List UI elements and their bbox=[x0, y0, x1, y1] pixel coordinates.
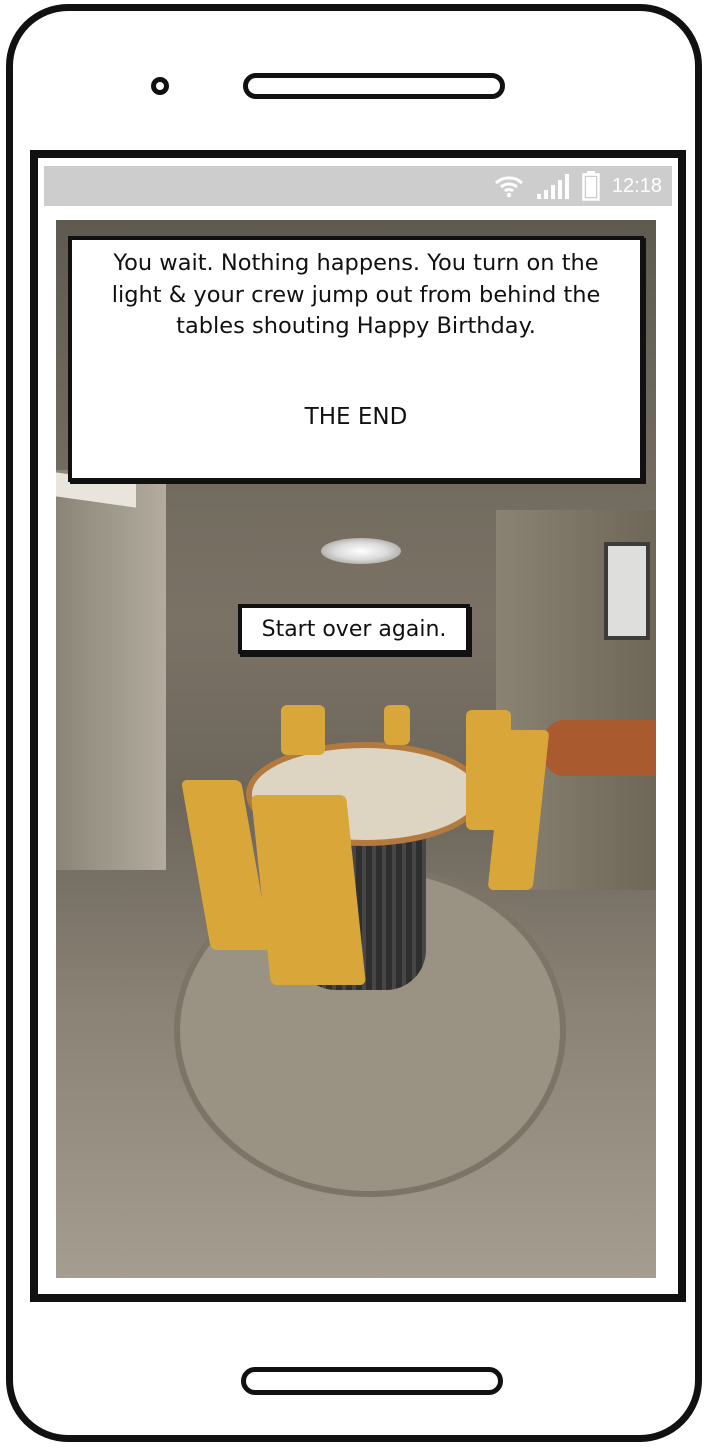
the-end-label: THE END bbox=[304, 404, 408, 430]
status-bar: 12:18 bbox=[44, 166, 672, 206]
earpiece-speaker bbox=[243, 73, 505, 99]
scene-chair bbox=[251, 795, 366, 985]
scene-chair bbox=[281, 705, 325, 755]
scene-ceiling-lamp bbox=[321, 538, 401, 564]
battery-icon bbox=[582, 171, 600, 201]
front-camera bbox=[151, 77, 169, 95]
status-icons: 12:18 bbox=[494, 166, 662, 206]
scene-chair bbox=[384, 705, 410, 745]
start-over-button[interactable]: Start over again. bbox=[238, 604, 470, 654]
home-button[interactable] bbox=[241, 1367, 503, 1395]
story-dialog: You wait. Nothing happens. You turn on t… bbox=[68, 236, 644, 482]
scene-wall-left bbox=[56, 470, 166, 870]
scene-counter bbox=[544, 720, 656, 776]
story-text: You wait. Nothing happens. You turn on t… bbox=[111, 250, 601, 339]
status-time: 12:18 bbox=[611, 174, 662, 197]
scene-wall-screen bbox=[604, 542, 650, 640]
wifi-icon bbox=[494, 174, 524, 198]
signal-icon bbox=[536, 172, 570, 200]
